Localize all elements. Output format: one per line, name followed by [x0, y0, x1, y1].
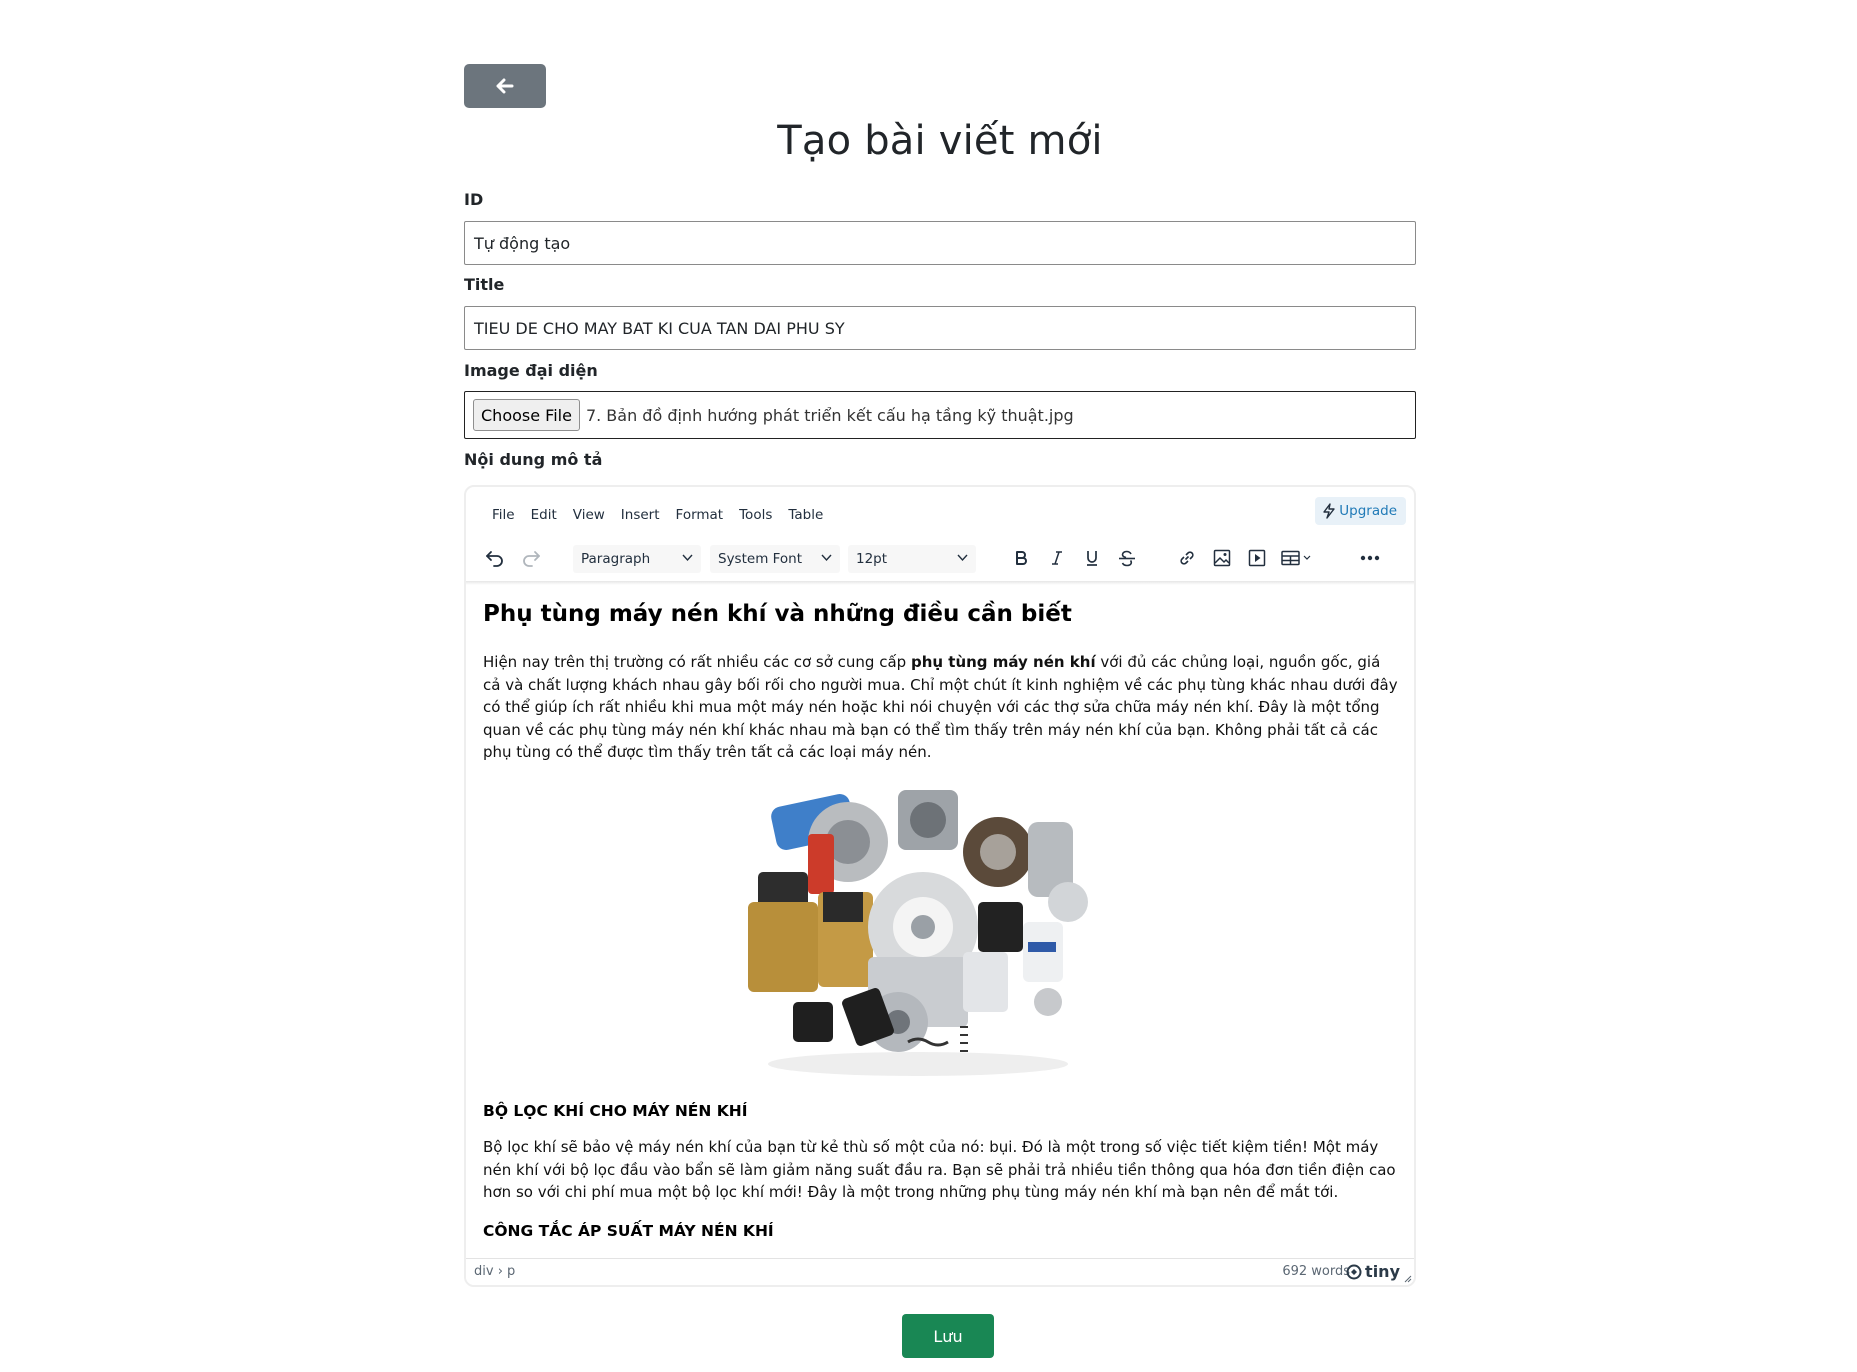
font-family-value: System Font — [718, 551, 803, 567]
italic-icon — [1052, 551, 1062, 565]
rich-text-editor: File Edit View Insert Format Tools Table… — [464, 485, 1416, 1287]
more-icon — [1360, 555, 1380, 561]
image-icon — [1213, 549, 1231, 567]
back-button[interactable] — [464, 64, 546, 108]
save-button[interactable]: Lưu — [902, 1314, 994, 1358]
content-heading: Phụ tùng máy nén khí và những điều cần b… — [483, 601, 1072, 627]
id-value: Tự động tạo — [474, 233, 571, 253]
menu-edit[interactable]: Edit — [523, 504, 565, 526]
menu-format[interactable]: Format — [668, 504, 732, 526]
tiny-logo[interactable]: tiny — [1346, 1262, 1400, 1281]
redo-button[interactable] — [516, 543, 546, 573]
content-paragraph: Hiện nay trên thị trường có rất nhiều cá… — [483, 653, 1398, 762]
section-heading: BỘ LỌC KHÍ CHO MÁY NÉN KHÍ — [483, 1101, 748, 1120]
block-format-select[interactable]: Paragraph — [573, 545, 701, 573]
choose-file-button[interactable]: Choose File — [473, 399, 580, 431]
title-label: Title — [464, 275, 505, 294]
font-size-select[interactable]: 12pt — [848, 545, 976, 573]
undo-icon — [486, 551, 503, 567]
image-label: Image đại diện — [464, 361, 598, 380]
resize-handle-icon[interactable] — [1402, 1273, 1412, 1283]
redo-icon — [523, 551, 540, 567]
bold-button[interactable] — [1006, 543, 1036, 573]
menu-file[interactable]: File — [484, 504, 523, 526]
lightning-icon — [1323, 503, 1335, 519]
editor-toolbar: Paragraph System Font 12pt — [466, 537, 1414, 581]
content-bold-text: phụ tùng máy nén khí — [910, 653, 1096, 671]
tiny-logo-icon — [1346, 1264, 1362, 1279]
upgrade-button[interactable]: Upgrade — [1315, 497, 1406, 525]
editor-content-area[interactable]: Phụ tùng máy nén khí và những điều cần b… — [483, 601, 1399, 1285]
media-icon — [1248, 549, 1266, 567]
chevron-down-icon — [821, 554, 832, 562]
menu-insert[interactable]: Insert — [613, 504, 668, 526]
table-icon — [1281, 550, 1311, 566]
menu-table[interactable]: Table — [780, 504, 831, 526]
font-family-select[interactable]: System Font — [710, 545, 840, 573]
insert-media-button[interactable] — [1242, 543, 1272, 573]
undo-button[interactable] — [480, 543, 510, 573]
italic-button[interactable] — [1042, 543, 1072, 573]
more-button[interactable] — [1355, 543, 1385, 573]
menu-tools[interactable]: Tools — [731, 504, 780, 526]
title-field[interactable]: TIEU DE CHO MAY BAT KI CUA TAN DAI PHU S… — [464, 306, 1416, 350]
strikethrough-icon — [1119, 550, 1135, 566]
editor-menubar: File Edit View Insert Format Tools Table — [484, 504, 831, 526]
parts-illustration — [748, 789, 1088, 1076]
arrow-left-icon — [496, 78, 514, 94]
chevron-down-icon — [957, 554, 968, 562]
id-label: ID — [464, 190, 484, 209]
word-count[interactable]: 692 words — [1282, 1264, 1350, 1279]
block-format-value: Paragraph — [581, 551, 651, 567]
font-size-value: 12pt — [856, 551, 888, 567]
table-button[interactable] — [1277, 543, 1317, 573]
content-paragraph: Bộ lọc khí sẽ bảo vệ máy nén khí của bạn… — [483, 1137, 1396, 1202]
section-heading: CÔNG TẮC ÁP SUẤT MÁY NÉN KHÍ — [483, 1221, 774, 1240]
strikethrough-button[interactable] — [1112, 543, 1142, 573]
menu-view[interactable]: View — [565, 504, 613, 526]
title-value: TIEU DE CHO MAY BAT KI CUA TAN DAI PHU S… — [474, 318, 845, 338]
upgrade-label: Upgrade — [1339, 503, 1397, 519]
insert-image-button[interactable] — [1207, 543, 1237, 573]
editor-statusbar: div › p 692 words tiny — [466, 1258, 1414, 1285]
toolbar-divider — [466, 581, 1414, 585]
selected-file-name: 7. Bản đồ định hướng phát triển kết cấu … — [585, 405, 1074, 425]
id-field[interactable]: Tự động tạo — [464, 221, 1416, 265]
bold-icon — [1016, 551, 1027, 565]
description-label: Nội dung mô tả — [464, 450, 603, 469]
element-path[interactable]: div › p — [474, 1264, 515, 1279]
compressor-parts-image — [483, 782, 1399, 1082]
link-button[interactable] — [1172, 543, 1202, 573]
underline-icon — [1087, 550, 1097, 566]
underline-button[interactable] — [1077, 543, 1107, 573]
link-icon — [1180, 551, 1194, 565]
page-title: Tạo bài viết mới — [777, 118, 1103, 164]
chevron-down-icon — [682, 554, 693, 562]
image-file-input[interactable]: Choose File 7. Bản đồ định hướng phát tr… — [464, 391, 1416, 439]
